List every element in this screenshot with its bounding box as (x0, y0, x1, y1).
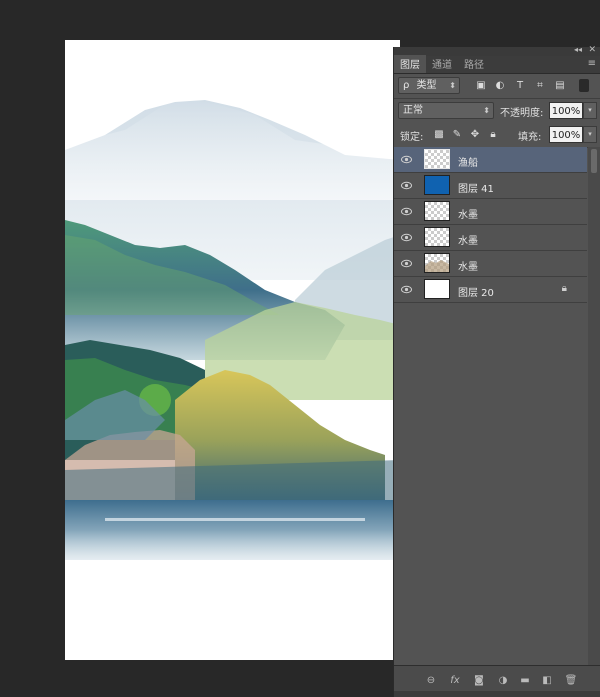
layer-thumbnail (424, 201, 450, 221)
layer-row[interactable]: 图层 41 (394, 173, 587, 199)
collapse-icon[interactable]: ◂◂ (574, 45, 582, 54)
new-layer-icon[interactable]: ◧ (540, 674, 554, 688)
layer-name: 渔船 (458, 158, 478, 169)
visibility-eye-icon[interactable] (401, 207, 412, 216)
folder-icon[interactable]: ▬ (518, 674, 532, 688)
shape-filter-icon[interactable]: ⌗ (533, 79, 547, 92)
opacity-slider-button[interactable]: ▾ (583, 102, 597, 119)
layer-thumbnail (424, 149, 450, 169)
scrollbar-thumb[interactable] (591, 149, 597, 173)
layer-lock-icon: 🔒︎ (561, 283, 567, 294)
lock-transparency-icon[interactable]: ▩ (432, 128, 446, 141)
layer-thumbnail (424, 253, 450, 273)
layer-name: 水墨 (458, 210, 478, 221)
blend-mode-select[interactable]: 正常 ⬍ (398, 102, 494, 119)
layer-row[interactable]: 图层 20 🔒︎ (394, 277, 587, 303)
visibility-eye-icon[interactable] (401, 259, 412, 268)
tab-channels[interactable]: 通道 (426, 55, 458, 73)
filter-row: ρ 类型 ⬍ ▣ ◐ T ⌗ ▤ (394, 74, 600, 98)
blend-row: 正常 ⬍ 不透明度: 100% ▾ (394, 99, 600, 123)
layer-name: 图层 20 (458, 288, 494, 299)
layer-row[interactable]: 水墨 (394, 199, 587, 225)
layer-name: 水墨 (458, 262, 478, 273)
filter-kind-select[interactable]: ρ 类型 ⬍ (398, 77, 460, 94)
tab-paths[interactable]: 路径 (458, 55, 490, 73)
mask-icon[interactable]: ◙ (472, 674, 486, 688)
lock-label: 锁定: (400, 132, 424, 143)
layer-name: 图层 41 (458, 184, 494, 195)
layer-thumbnail (424, 175, 450, 195)
layer-row[interactable]: 水墨 (394, 225, 587, 251)
layers-scrollbar[interactable] (588, 147, 600, 667)
ink-thumbnail-art (425, 260, 449, 272)
type-filter-icon[interactable]: T (513, 79, 527, 92)
tab-layers[interactable]: 图层 (394, 55, 426, 73)
layer-thumbnail (424, 279, 450, 299)
filter-toggle-icon[interactable] (579, 79, 589, 92)
resize-grip[interactable] (394, 691, 600, 697)
dropdown-arrow-icon: ⬍ (449, 81, 456, 90)
opacity-input[interactable]: 100% (549, 102, 583, 119)
trash-icon[interactable]: 🗑︎ (564, 674, 578, 688)
visibility-eye-icon[interactable] (401, 155, 412, 164)
close-icon[interactable]: ✕ (588, 45, 596, 55)
layers-list: 渔船 图层 41 水墨 水墨 水墨 图层 20 🔒︎ (394, 147, 587, 303)
layer-row[interactable]: 渔船 (394, 147, 587, 173)
pixel-filter-icon[interactable]: ▣ (474, 79, 488, 92)
panel-menu-icon[interactable]: ≡ (588, 58, 596, 69)
lock-all-icon[interactable]: 🔒︎ (486, 128, 500, 141)
visibility-eye-icon[interactable] (401, 285, 412, 294)
layer-row[interactable]: 水墨 (394, 251, 587, 277)
landscape-artwork (65, 98, 400, 660)
dropdown-arrow-icon: ⬍ (483, 106, 490, 115)
panel-tabs: 图层 通道 路径 ≡ (394, 55, 600, 74)
visibility-eye-icon[interactable] (401, 233, 412, 242)
opacity-label: 不透明度: (500, 108, 544, 119)
fill-input[interactable]: 100% (549, 126, 583, 143)
filter-kind-label: 类型 (416, 80, 437, 91)
layer-name: 水墨 (458, 236, 478, 247)
adjustment-icon[interactable]: ◑ (496, 674, 510, 688)
visibility-eye-icon[interactable] (401, 181, 412, 190)
document-canvas[interactable] (65, 40, 400, 660)
fx-icon[interactable]: fx (448, 674, 462, 688)
smart-object-filter-icon[interactable]: ▤ (553, 79, 567, 92)
link-icon[interactable]: ⊖ (424, 674, 438, 688)
lock-row: 锁定: ▩ ✎ ✥ 🔒︎ 填充: 100% ▾ (394, 123, 600, 147)
layers-panel: ◂◂ ✕ 图层 通道 路径 ≡ ρ 类型 ⬍ ▣ ◐ T ⌗ ▤ 正常 ⬍ 不透… (393, 45, 600, 697)
fill-label: 填充: (518, 132, 542, 143)
lock-brush-icon[interactable]: ✎ (450, 128, 464, 141)
lock-move-icon[interactable]: ✥ (468, 128, 482, 141)
adjustment-filter-icon[interactable]: ◐ (493, 79, 507, 92)
panel-footer: ⊖ fx ◙ ◑ ▬ ◧ 🗑︎ (394, 665, 600, 697)
layer-thumbnail (424, 227, 450, 247)
search-icon: ρ (403, 80, 410, 91)
blend-mode-value: 正常 (403, 105, 423, 116)
fill-slider-button[interactable]: ▾ (583, 126, 597, 143)
